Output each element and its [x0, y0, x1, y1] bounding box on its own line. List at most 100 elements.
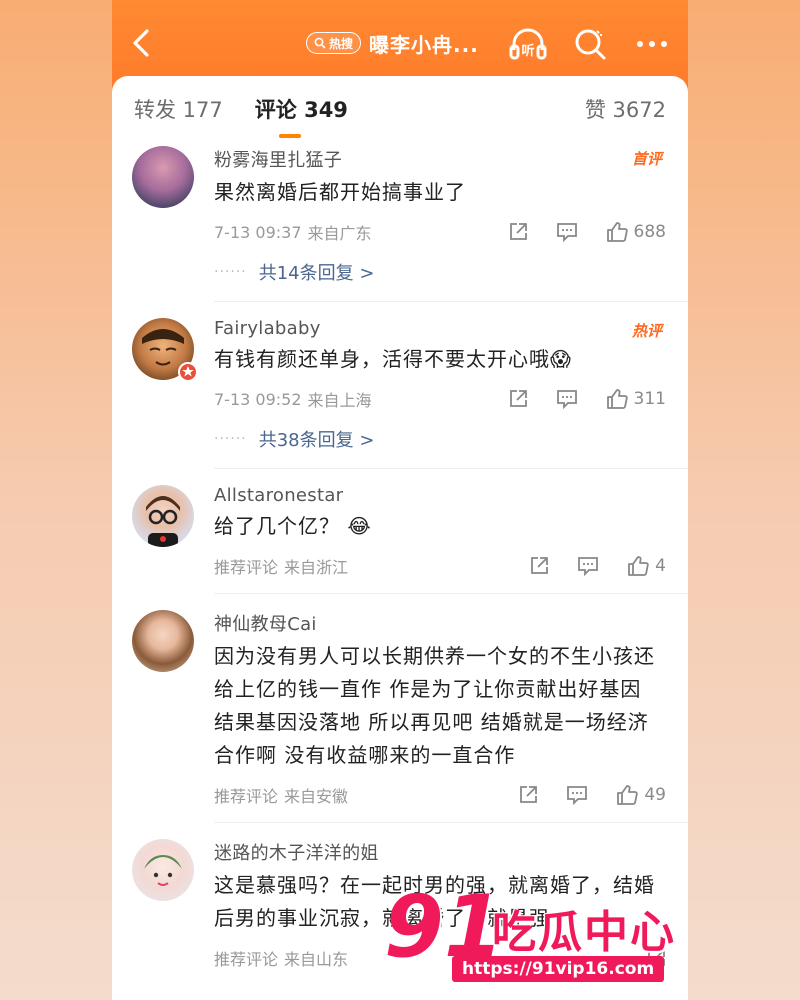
headphones-icon: 听 — [509, 28, 547, 60]
header-title-group[interactable]: 热搜 曝李小冉... — [306, 28, 479, 58]
avatar[interactable] — [132, 839, 194, 901]
tab-repost[interactable]: 转发 177 — [134, 94, 223, 124]
comment-meta: 7-13 09:52 来自上海 311 — [214, 386, 666, 412]
header-actions: 听 — [508, 24, 672, 64]
tab-comment[interactable]: 评论 349 — [255, 94, 348, 138]
comment-location: 来自广东 — [307, 224, 372, 243]
comment-location: 来自上海 — [307, 391, 372, 410]
comment-username[interactable]: 神仙教母Cai — [214, 610, 666, 636]
comment-icon — [567, 786, 588, 805]
like-button[interactable]: 688 — [606, 221, 666, 243]
reply-button[interactable] — [556, 389, 578, 409]
dots-separator: ······ — [214, 431, 247, 447]
hot-search-label: 热搜 — [329, 36, 354, 51]
search-button[interactable] — [570, 24, 610, 64]
more-icon — [637, 41, 667, 47]
like-button[interactable]: 4 — [627, 555, 666, 577]
dots-separator: ······ — [214, 264, 247, 280]
listen-label: 听 — [521, 43, 534, 59]
avatar-cartoon-icon — [146, 496, 180, 547]
comment-username[interactable]: 迷路的木子洋洋的姐 — [214, 839, 666, 865]
hot-search-badge: 热搜 — [306, 32, 362, 54]
share-button[interactable] — [529, 556, 549, 576]
chevron-left-icon — [133, 29, 149, 57]
comment-icon — [556, 390, 577, 409]
comment-time: 7-13 09:37 — [214, 222, 302, 242]
comment-actions: 311 — [508, 388, 666, 410]
background-left — [0, 0, 112, 1000]
watermark-logo: 91 吃瓜中心 https://91vip16.com — [382, 882, 682, 992]
avatar[interactable] — [132, 146, 194, 208]
thumbs-up-icon — [606, 389, 628, 409]
like-count: 311 — [633, 389, 666, 409]
share-icon — [531, 557, 549, 574]
reply-button[interactable] — [577, 556, 599, 576]
comments-sheet: 转发 177 评论 349 赞 3672 粉雾海里扎猛子 首评 果然离婚后都开始… — [112, 76, 688, 1000]
recommended-label: 推荐评论 — [214, 787, 279, 806]
share-icon — [509, 223, 527, 240]
thumbs-up-icon — [617, 785, 639, 805]
comment-actions: 49 — [518, 784, 666, 806]
comment-username[interactable]: Fairylababy — [214, 318, 666, 339]
listen-button[interactable]: 听 — [508, 24, 548, 64]
comment-text: 给了几个亿？ 😂 — [214, 514, 372, 538]
comment-actions: 688 — [508, 221, 666, 243]
reply-button[interactable] — [566, 785, 588, 805]
first-comment-badge: 首评 — [631, 150, 662, 168]
avatar[interactable] — [132, 610, 194, 672]
share-button[interactable] — [518, 785, 538, 805]
hot-comment-badge: 热评 — [631, 322, 662, 340]
replies-link[interactable]: ······ 共14条回复 > — [214, 259, 666, 285]
comment-icon — [578, 557, 599, 576]
comment-item: 粉雾海里扎猛子 首评 果然离婚后都开始搞事业了 7-13 09:37 来自广东 … — [112, 146, 688, 301]
avatar-cartoon-icon — [144, 855, 182, 886]
share-icon — [520, 786, 538, 803]
share-button[interactable] — [508, 389, 528, 409]
comment-item: Allstaronestar 给了几个亿？ 😂 推荐评论 来自浙江 4 — [112, 469, 688, 593]
comment-icon — [556, 223, 577, 242]
background-right — [688, 0, 800, 1000]
like-count: 688 — [633, 222, 666, 242]
search-icon — [575, 29, 606, 60]
more-button[interactable] — [632, 24, 672, 64]
comment-time: 7-13 09:52 — [214, 389, 302, 409]
watermark-url: https://91vip16.com — [452, 956, 665, 982]
verified-badge-icon — [178, 362, 198, 382]
comment-text: 有钱有颜还单身，活得不要太开心哦😱 — [214, 347, 572, 371]
share-icon — [509, 390, 527, 407]
comment-item: 神仙教母Cai 因为没有男人可以长期供养一个女的不生小孩还给上亿的钱一直作 作是… — [112, 594, 688, 822]
phone-screen: 热搜 曝李小冉... 听 转发 177 评论 349 赞 3672 粉雾海里扎猛… — [112, 0, 688, 1000]
comment-text: 果然离婚后都开始搞事业了 — [214, 180, 466, 204]
back-button[interactable] — [126, 26, 156, 60]
replies-link[interactable]: ······ 共38条回复 > — [214, 426, 666, 452]
tab-like[interactable]: 赞 3672 — [585, 94, 666, 124]
tab-bar: 转发 177 评论 349 赞 3672 — [112, 76, 688, 142]
like-count: 4 — [655, 556, 666, 576]
comment-item: Fairylababy 热评 有钱有颜还单身，活得不要太开心哦😱 7-13 09… — [112, 302, 688, 468]
comment-username[interactable]: 粉雾海里扎猛子 — [214, 146, 666, 172]
like-count: 49 — [644, 785, 666, 805]
thumbs-up-icon — [606, 222, 628, 242]
watermark-text: 吃瓜中心 — [492, 907, 676, 958]
recommended-label: 推荐评论 — [214, 558, 279, 577]
page-title: 曝李小冉... — [369, 32, 479, 57]
thumbs-up-icon — [628, 556, 649, 576]
search-icon — [314, 37, 326, 49]
comment-location: 来自浙江 — [284, 558, 349, 577]
comment-meta: 7-13 09:37 来自广东 688 — [214, 219, 666, 245]
like-button[interactable]: 49 — [616, 784, 666, 806]
recommended-label: 推荐评论 — [214, 950, 279, 969]
comment-meta: 推荐评论 来自浙江 4 — [214, 553, 666, 579]
comment-username[interactable]: Allstaronestar — [214, 485, 666, 506]
reply-button[interactable] — [556, 222, 578, 242]
replies-count: 共14条回复 > — [258, 263, 375, 284]
replies-count: 共38条回复 > — [258, 430, 375, 451]
comment-text: 因为没有男人可以长期供养一个女的不生小孩还给上亿的钱一直作 作是为了让你贡献出好… — [214, 644, 655, 767]
comment-actions: 4 — [529, 555, 666, 577]
comment-meta: 推荐评论 来自安徽 49 — [214, 782, 666, 808]
share-button[interactable] — [508, 222, 528, 242]
like-button[interactable]: 311 — [606, 388, 666, 410]
comment-location: 来自山东 — [284, 950, 349, 969]
avatar[interactable] — [132, 485, 194, 547]
comment-location: 来自安徽 — [284, 787, 349, 806]
